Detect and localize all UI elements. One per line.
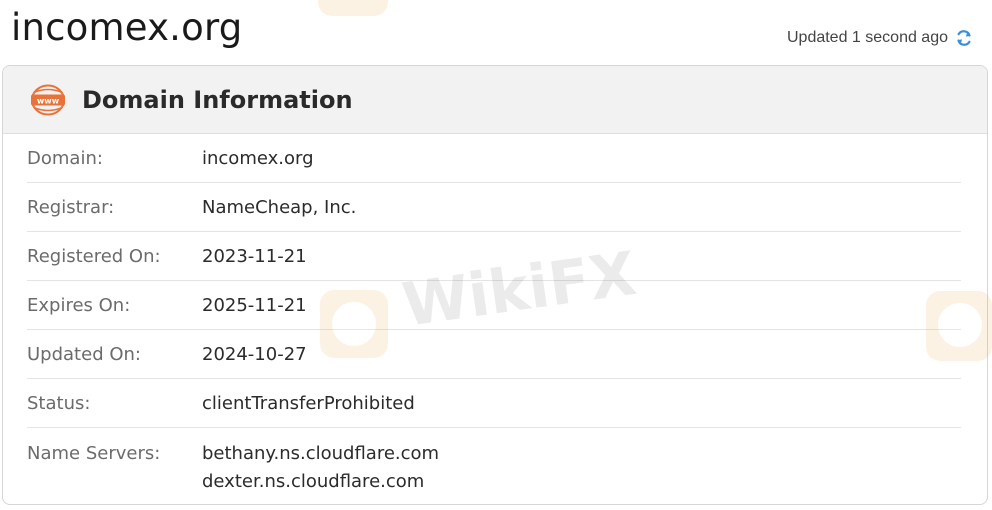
svg-text:www: www — [37, 96, 60, 105]
row-value: incomex.org — [202, 147, 314, 169]
row-domain: Domain: incomex.org — [27, 134, 961, 183]
row-name-servers: Name Servers: bethany.ns.cloudflare.com … — [27, 428, 961, 504]
info-rows: Domain: incomex.org Registrar: NameCheap… — [3, 134, 987, 504]
row-registrar: Registrar: NameCheap, Inc. — [27, 183, 961, 232]
domain-info-panel: www Domain Information Domain: incomex.o… — [2, 65, 988, 505]
panel-title: Domain Information — [82, 85, 353, 114]
name-server-item: dexter.ns.cloudflare.com — [202, 471, 425, 492]
row-expires-on: Expires On: 2025-11-21 — [27, 281, 961, 330]
whois-page: incomex.org Updated 1 second ago www Dom… — [0, 0, 992, 510]
row-value: 2023-11-21 — [202, 245, 307, 267]
row-label: Updated On: — [27, 343, 141, 365]
row-label: Registrar: — [27, 196, 115, 218]
row-label: Status: — [27, 392, 91, 414]
updated-text: Updated 1 second ago — [786, 29, 948, 46]
watermark-edge-top — [318, 0, 390, 23]
refresh-icon[interactable] — [954, 28, 974, 48]
row-registered-on: Registered On: 2023-11-21 — [27, 232, 961, 281]
updated-status: Updated 1 second ago — [787, 28, 974, 48]
row-updated-on: Updated On: 2024-10-27 — [27, 330, 961, 379]
row-value: bethany.ns.cloudflare.com dexter.ns.clou… — [202, 440, 439, 496]
domain-title: incomex.org — [11, 6, 243, 49]
row-label: Name Servers: — [27, 443, 161, 464]
panel-header: www Domain Information — [3, 66, 987, 134]
row-value: 2025-11-21 — [202, 294, 307, 316]
row-label: Registered On: — [27, 245, 161, 267]
row-label: Expires On: — [27, 294, 131, 316]
row-value: clientTransferProhibited — [202, 392, 415, 414]
row-value: NameCheap, Inc. — [202, 196, 357, 218]
www-globe-icon: www — [29, 83, 67, 117]
row-status: Status: clientTransferProhibited — [27, 379, 961, 428]
row-value: 2024-10-27 — [202, 343, 307, 365]
row-label: Domain: — [27, 147, 103, 169]
name-server-item: bethany.ns.cloudflare.com — [202, 443, 440, 464]
